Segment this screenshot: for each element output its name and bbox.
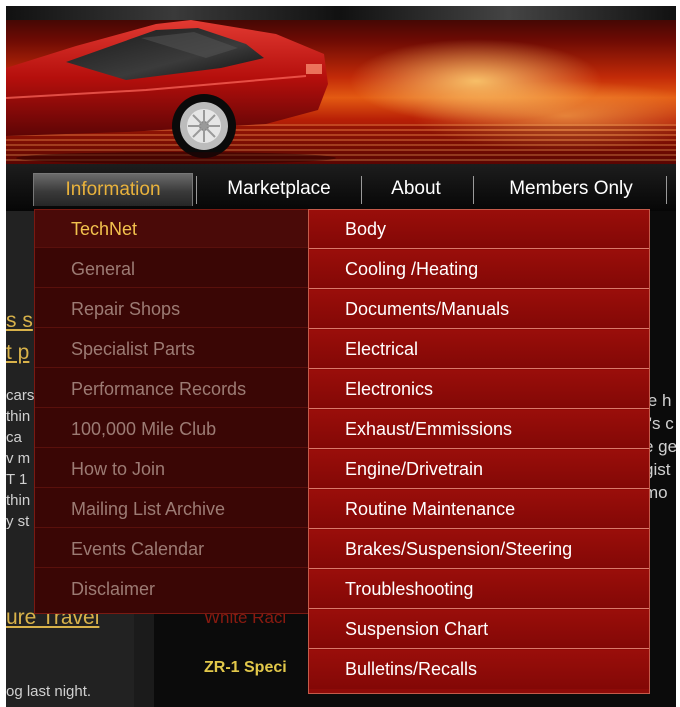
left-text-line: y st [6,513,30,530]
nav-about[interactable]: About [366,173,466,205]
submenu-item-bulletins-recalls[interactable]: Bulletins/Recalls [309,650,649,689]
nav-marketplace[interactable]: Marketplace [204,173,354,205]
dropdown-item-technet[interactable]: TechNet [35,210,309,248]
nav-members-only[interactable]: Members Only [480,173,662,205]
dropdown-item-specialist-parts[interactable]: Specialist Parts [35,330,309,368]
submenu-item-cooling-heating[interactable]: Cooling /Heating [309,250,649,289]
main-heading-fragment: ZR-1 Speci [204,659,287,676]
submenu-item-documents-manuals[interactable]: Documents/Manuals [309,290,649,329]
left-text-line: ca [6,429,22,446]
submenu-item-electronics[interactable]: Electronics [309,370,649,409]
submenu-item-routine-maintenance[interactable]: Routine Maintenance [309,490,649,529]
header-banner [6,6,676,164]
dropdown-item-general[interactable]: General [35,250,309,288]
dropdown-item-performance-records[interactable]: Performance Records [35,370,309,408]
dropdown-item-how-to-join[interactable]: How to Join [35,450,309,488]
left-text-line: thin [6,492,31,509]
submenu-item-engine-drivetrain[interactable]: Engine/Drivetrain [309,450,649,489]
dropdown-item-disclaimer[interactable]: Disclaimer [35,570,309,608]
submenu-item-exhaust-emissions[interactable]: Exhaust/Emmissions [309,410,649,449]
dropdown-item-repair-shops[interactable]: Repair Shops [35,290,309,328]
nav-separator [196,176,197,204]
submenu-item-suspension-chart[interactable]: Suspension Chart [309,610,649,649]
submenu-item-brakes-suspension-steering[interactable]: Brakes/Suspension/Steering [309,530,649,569]
nav-separator [473,176,474,204]
left-text-line: T 1 [6,471,28,488]
dropdown-item-events-calendar[interactable]: Events Calendar [35,530,309,568]
technet-submenu: Body Cooling /Heating Documents/Manuals … [308,209,650,694]
dropdown-item-mailing-list-archive[interactable]: Mailing List Archive [35,490,309,528]
submenu-item-troubleshooting[interactable]: Troubleshooting [309,570,649,609]
dropdown-item-mile-club[interactable]: 100,000 Mile Club [35,410,309,448]
submenu-item-electrical[interactable]: Electrical [309,330,649,369]
left-text-line: cars [6,387,35,404]
page-frame: Information Marketplace About Members On… [6,6,676,707]
left-link-fragment[interactable]: s s [6,309,33,333]
left-text-line: v m [6,450,31,467]
main-nav-bar: Information Marketplace About Members On… [6,164,676,213]
nav-separator [361,176,362,204]
nav-separator [666,176,667,204]
left-text-line: thin [6,408,31,425]
submenu-item-body[interactable]: Body [309,210,649,249]
left-link-fragment[interactable]: t p [6,341,29,365]
nav-information[interactable]: Information [33,173,193,206]
left-text-line: og last night. [6,683,92,700]
information-dropdown: TechNet General Repair Shops Specialist … [34,209,310,614]
sports-car-image [6,20,336,164]
